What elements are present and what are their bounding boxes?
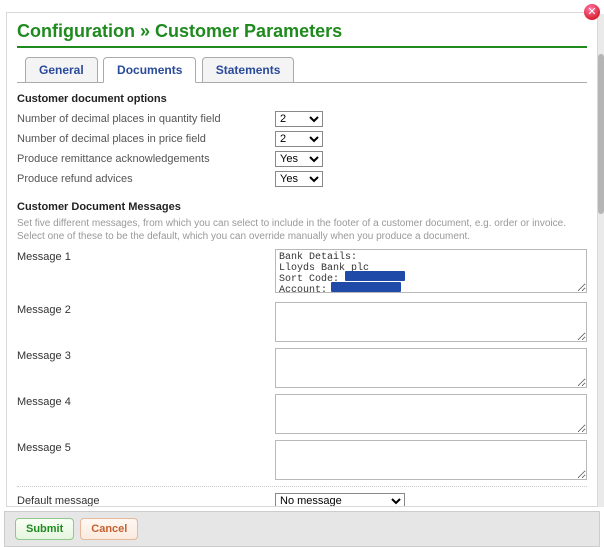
page-title: Configuration » Customer Parameters xyxy=(17,21,587,42)
label-remittance: Produce remittance acknowledgements xyxy=(17,153,275,165)
label-refund: Produce refund advices xyxy=(17,173,275,185)
messages-heading: Customer Document Messages xyxy=(17,201,587,213)
textarea-message-3[interactable] xyxy=(275,348,587,388)
row-default-message: Default message No message xyxy=(17,486,587,507)
textarea-message-5[interactable] xyxy=(275,440,587,480)
label-message-2: Message 2 xyxy=(17,302,275,316)
scrollbar-thumb[interactable] xyxy=(598,54,604,214)
tab-documents[interactable]: Documents xyxy=(103,57,196,83)
row-message-1: Message 1 xyxy=(17,249,587,296)
title-sep: » xyxy=(140,21,150,41)
redaction-account xyxy=(331,282,401,292)
select-qty-decimals[interactable]: 2 xyxy=(275,111,323,127)
title-divider xyxy=(17,46,587,48)
select-refund[interactable]: Yes xyxy=(275,171,323,187)
tab-statements[interactable]: Statements xyxy=(202,57,295,82)
row-message-2: Message 2 xyxy=(17,302,587,342)
docopts-heading: Customer document options xyxy=(17,93,587,105)
row-price-decimals: Number of decimal places in price field … xyxy=(17,129,587,149)
label-message-1: Message 1 xyxy=(17,249,275,263)
title-prefix: Configuration xyxy=(17,21,135,41)
row-refund: Produce refund advices Yes xyxy=(17,169,587,189)
row-qty-decimals: Number of decimal places in quantity fie… xyxy=(17,109,587,129)
select-default-message[interactable]: No message xyxy=(275,493,405,507)
label-default-message: Default message xyxy=(17,495,275,507)
main-panel: Configuration » Customer Parameters Gene… xyxy=(6,12,598,507)
submit-button[interactable]: Submit xyxy=(15,518,74,540)
row-message-5: Message 5 xyxy=(17,440,587,480)
row-message-3: Message 3 xyxy=(17,348,587,388)
textarea-message-2[interactable] xyxy=(275,302,587,342)
label-price-decimals: Number of decimal places in price field xyxy=(17,133,275,145)
textarea-message-1[interactable] xyxy=(275,249,587,293)
messages-helper: Set five different messages, from which … xyxy=(17,217,587,243)
select-remittance[interactable]: Yes xyxy=(275,151,323,167)
row-remittance: Produce remittance acknowledgements Yes xyxy=(17,149,587,169)
redaction-sortcode xyxy=(345,271,405,281)
footer-bar: Submit Cancel xyxy=(4,511,600,547)
label-message-3: Message 3 xyxy=(17,348,275,362)
tab-bar: General Documents Statements xyxy=(25,56,587,82)
textarea-message-4[interactable] xyxy=(275,394,587,434)
row-message-4: Message 4 xyxy=(17,394,587,434)
scrollbar-track[interactable] xyxy=(598,14,604,507)
select-price-decimals[interactable]: 2 xyxy=(275,131,323,147)
label-qty-decimals: Number of decimal places in quantity fie… xyxy=(17,113,275,125)
msg1-wrap xyxy=(275,249,587,296)
title-page: Customer Parameters xyxy=(155,21,342,41)
close-icon[interactable] xyxy=(584,4,600,20)
label-message-5: Message 5 xyxy=(17,440,275,454)
tab-general[interactable]: General xyxy=(25,57,98,82)
cancel-button[interactable]: Cancel xyxy=(80,518,138,540)
label-message-4: Message 4 xyxy=(17,394,275,408)
